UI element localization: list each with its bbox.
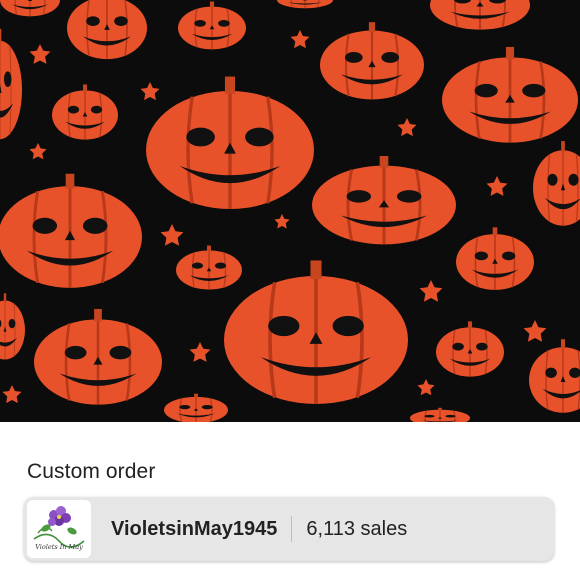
jack-o-lantern-pattern	[0, 0, 580, 422]
divider	[291, 516, 293, 542]
listing-title: Custom order	[27, 460, 156, 483]
sales-count: 6,113 sales	[306, 517, 408, 540]
violet-flower-logo-icon: Violets In May	[33, 506, 85, 551]
shop-card[interactable]: Violets In May VioletsinMay1945 6,113 sa…	[24, 497, 554, 561]
shop-name-link[interactable]: VioletsinMay1945	[111, 518, 277, 541]
shop-logo[interactable]: Violets In May	[27, 500, 91, 558]
svg-text:Violets In May: Violets In May	[35, 543, 83, 551]
listing-image[interactable]	[0, 0, 580, 422]
